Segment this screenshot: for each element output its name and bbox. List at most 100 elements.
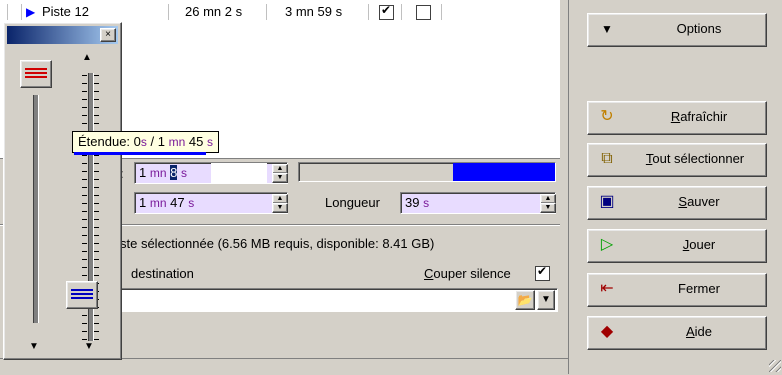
- track-checkbox-1[interactable]: [379, 3, 394, 20]
- refresh-button[interactable]: ↻ Rafraîchir: [587, 101, 767, 135]
- tick-mark: [94, 275, 99, 276]
- help-button[interactable]: ◆ Aide: [587, 316, 767, 350]
- tick-mark: [94, 195, 99, 196]
- tick-mark: [82, 259, 87, 260]
- folder-open-icon[interactable]: 📂: [515, 290, 535, 310]
- column-divider: [168, 4, 169, 20]
- start-seconds: 8: [170, 165, 178, 180]
- tick-mark: [94, 99, 99, 100]
- tick-mark: [94, 235, 99, 236]
- tick-mark: [94, 211, 99, 212]
- tick-mark: [82, 315, 87, 316]
- tick-mark: [82, 275, 87, 276]
- triangle-down-icon: ▼: [601, 22, 613, 36]
- length-field[interactable]: 39 s ▲ ▼: [400, 192, 556, 214]
- couper-silence-checkbox[interactable]: [535, 264, 550, 281]
- action-panel: ▼ Options ↻ Rafraîchir ⧉ Tout sélectionn…: [568, 0, 782, 374]
- select-all-button[interactable]: ⧉ Tout sélectionner: [587, 143, 767, 177]
- tick-mark: [82, 339, 87, 340]
- tick-mark: [94, 251, 99, 252]
- tick-mark: [82, 115, 87, 116]
- tick-mark: [94, 323, 99, 324]
- tick-mark: [82, 163, 87, 164]
- tick-mark: [94, 315, 99, 316]
- tooltip-underline: [74, 152, 206, 155]
- progress-fill: [453, 163, 555, 181]
- column-divider: [21, 4, 22, 20]
- tick-mark: [94, 171, 99, 172]
- destination-label: destination: [131, 266, 194, 281]
- arrow-down-icon[interactable]: ▼: [84, 341, 94, 352]
- column-divider: [7, 4, 8, 20]
- close-icon[interactable]: ×: [100, 28, 116, 42]
- options-button[interactable]: ▼ Options: [587, 13, 767, 47]
- tick-mark: [94, 115, 99, 116]
- close-button[interactable]: ⇤ Fermer: [587, 273, 767, 307]
- destination-path-input[interactable]: 📂 ▼: [120, 288, 558, 312]
- start-time-field[interactable]: 1 mn 8 s ▲ ▼: [134, 162, 288, 184]
- exit-icon: ⇤: [600, 280, 614, 297]
- column-divider: [266, 4, 267, 20]
- column-divider: [401, 4, 402, 20]
- save-button[interactable]: ▣ Sauver: [587, 186, 767, 220]
- tick-mark: [82, 331, 87, 332]
- tick-mark: [94, 75, 99, 76]
- tick-mark: [82, 323, 87, 324]
- column-divider: [368, 4, 369, 20]
- tick-mark: [94, 123, 99, 124]
- slider-thumb-start[interactable]: [20, 60, 52, 88]
- spin-down-icon[interactable]: ▼: [272, 173, 288, 183]
- select-all-icon: ⧉: [601, 150, 613, 167]
- tick-mark: [82, 243, 87, 244]
- range-slider-panel[interactable]: × ▼ ▲ ▼: [3, 22, 122, 360]
- tick-mark: [82, 203, 87, 204]
- start-spinner[interactable]: ▲ ▼: [272, 164, 288, 183]
- tick-mark: [94, 259, 99, 260]
- start-s-unit: s: [181, 166, 188, 180]
- play-button[interactable]: ▷ Jouer: [587, 229, 767, 263]
- end-time-field[interactable]: 1 mn 47 s ▲ ▼: [134, 192, 288, 214]
- tick-mark: [82, 155, 87, 156]
- status-text: ste sélectionnée (6.56 MB requis, dispon…: [120, 236, 435, 251]
- slider-track-left: [33, 95, 39, 323]
- tick-mark: [94, 227, 99, 228]
- track-duration: 26 mn 2 s: [185, 4, 243, 19]
- tick-mark: [94, 107, 99, 108]
- resize-grip-icon[interactable]: [769, 360, 781, 372]
- tick-mark: [82, 83, 87, 84]
- track-name: Piste 12: [42, 4, 89, 19]
- save-icon: ▣: [599, 193, 615, 210]
- status-bar: [0, 358, 568, 375]
- tick-mark: [94, 203, 99, 204]
- tick-mark: [82, 235, 87, 236]
- start-minutes: 1: [139, 165, 147, 180]
- end-minutes: 1: [139, 195, 147, 210]
- tick-mark: [82, 179, 87, 180]
- refresh-icon: ↻: [600, 108, 614, 125]
- column-divider: [441, 4, 442, 20]
- tick-mark: [94, 243, 99, 244]
- tick-mark: [82, 267, 87, 268]
- play-arrow-icon: ▶: [26, 5, 36, 19]
- length-spinner[interactable]: ▲ ▼: [540, 194, 556, 213]
- tick-mark: [94, 331, 99, 332]
- dropdown-arrow-icon[interactable]: ▼: [537, 290, 555, 310]
- arrow-down-icon[interactable]: ▼: [29, 341, 39, 352]
- length-s-unit: s: [423, 196, 430, 210]
- spin-down-icon[interactable]: ▼: [272, 203, 288, 213]
- end-spinner[interactable]: ▲ ▼: [272, 194, 288, 213]
- end-mn-unit: mn: [149, 196, 167, 210]
- arrow-up-icon[interactable]: ▲: [82, 52, 92, 63]
- tick-mark: [94, 155, 99, 156]
- track-checkbox-2[interactable]: [416, 5, 431, 20]
- tick-mark: [82, 123, 87, 124]
- spin-down-icon[interactable]: ▼: [540, 203, 556, 213]
- slider-thumb-end[interactable]: [66, 281, 98, 309]
- tick-mark: [82, 211, 87, 212]
- range-tooltip: Étendue: 0s / 1 mn 45 s: [72, 131, 219, 153]
- tick-mark: [94, 219, 99, 220]
- slider-title-bar[interactable]: ×: [7, 26, 118, 44]
- length-label: Longueur: [325, 195, 380, 210]
- play-icon: ▷: [600, 236, 614, 253]
- tick-mark: [82, 251, 87, 252]
